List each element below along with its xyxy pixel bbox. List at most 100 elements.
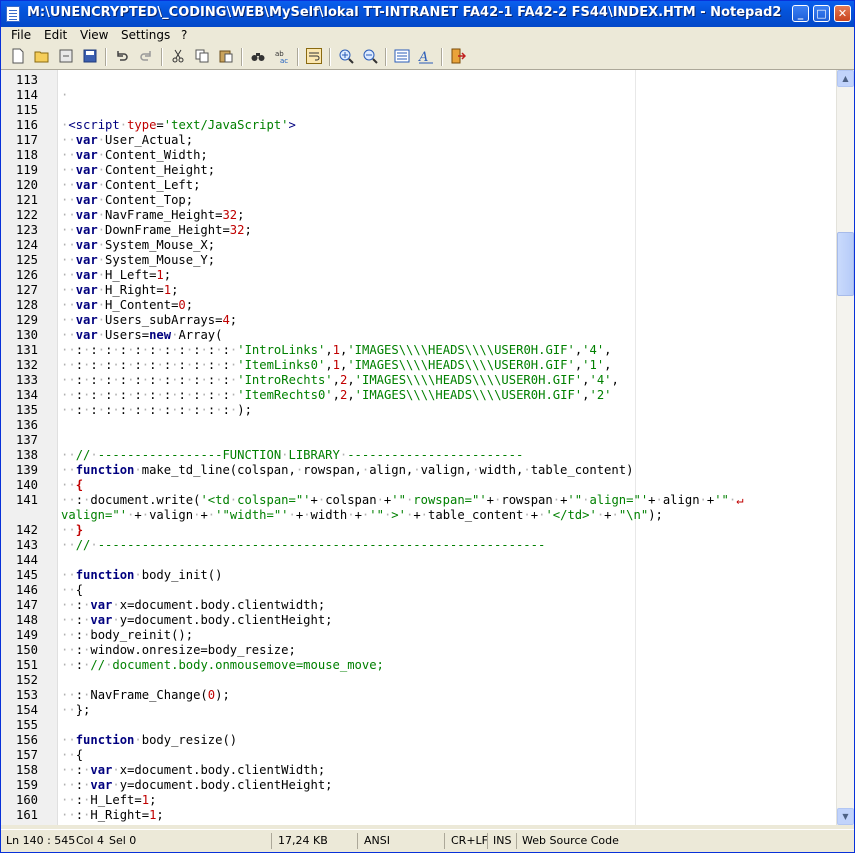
code-line[interactable]: 146 ··{ (1, 583, 836, 598)
minimize-button[interactable]: _ (792, 5, 809, 22)
zoom-out-icon[interactable] (362, 48, 378, 64)
code-text[interactable]: ··:·:·:·:·:·:·:·:·:·:·:·); (61, 403, 252, 418)
code-text[interactable]: ··var·System_Mouse_X; (61, 238, 215, 253)
code-text[interactable]: ··var·DownFrame_Height=32; (61, 223, 252, 238)
code-line[interactable]: 145 ··function·body_init() (1, 568, 836, 583)
code-line[interactable]: 159 ··:·var·y=document.body.clientHeight; (1, 778, 836, 793)
scheme-icon[interactable] (394, 48, 410, 64)
code-line[interactable]: 135 ··:·:·:·:·:·:·:·:·:·:·:·); (1, 403, 836, 418)
code-line[interactable]: 160 ··:·H_Left=1; (1, 793, 836, 808)
notepad-app-icon[interactable] (6, 6, 20, 22)
code-line[interactable]: 140 ··{ (1, 478, 836, 493)
code-text[interactable]: ··var·Content_Left; (61, 178, 200, 193)
paste-icon[interactable] (218, 48, 234, 64)
copy-icon[interactable] (194, 48, 210, 64)
code-line[interactable]: 142 ··} (1, 523, 836, 538)
menu-edit[interactable]: Edit (44, 28, 67, 42)
replace-icon[interactable]: abac (274, 48, 290, 64)
code-line[interactable]: 126 ··var·H_Left=1; (1, 268, 836, 283)
code-text[interactable]: ·<script·type='text/JavaScript'> (61, 118, 296, 133)
code-line[interactable]: 137 (1, 433, 836, 448)
code-line[interactable]: 128 ··var·H_Content=0; (1, 298, 836, 313)
code-line[interactable]: 151 ··:·//·document.body.onmousemove=mous… (1, 658, 836, 673)
scroll-thumb[interactable] (837, 232, 854, 296)
code-line[interactable]: 118 ··var·Content_Width; (1, 148, 836, 163)
code-text[interactable]: ··var·Users=new·Array( (61, 328, 222, 343)
menu-help[interactable]: ? (181, 28, 187, 42)
code-text[interactable]: ··var·Content_Width; (61, 148, 208, 163)
code-text[interactable]: · (61, 88, 68, 103)
code-line[interactable]: 141 ··:·document.write('<td·colspan="'+·c… (1, 493, 836, 508)
scroll-down-button[interactable]: ▼ (837, 808, 854, 825)
code-text[interactable]: ··var·Users_subArrays=4; (61, 313, 237, 328)
undo-icon[interactable] (114, 48, 130, 64)
title-bar[interactable]: M:\UNENCRYPTED\_CODING\WEB\MySelf\lokal … (1, 1, 854, 27)
code-line[interactable]: 123 ··var·DownFrame_Height=32; (1, 223, 836, 238)
redo-icon[interactable] (138, 48, 154, 64)
code-text[interactable]: ··:·var·y=document.body.clientHeight; (61, 778, 333, 793)
menu-view[interactable]: View (80, 28, 108, 42)
code-line[interactable]: 143 ··//·--------------------------------… (1, 538, 836, 553)
code-text[interactable]: ··:·H_Right=1; (61, 808, 164, 823)
code-line[interactable]: 129 ··var·Users_subArrays=4; (1, 313, 836, 328)
code-text[interactable]: ··:·var·x=document.body.clientwidth; (61, 598, 325, 613)
code-text[interactable]: ··{ (61, 478, 83, 493)
code-text[interactable]: ··:·//·document.body.onmousemove=mouse_m… (61, 658, 384, 673)
code-editor[interactable]: 113 114 · 115 116 ·<script·type='text/JavaScr… (1, 70, 836, 825)
code-text[interactable]: ··function·body_init() (61, 568, 222, 583)
code-text[interactable]: ··:·:·:·:·:·:·:·:·:·:·:·'IntroRechts',2,… (61, 373, 619, 388)
code-line[interactable]: 136 (1, 418, 836, 433)
code-line[interactable]: 155 (1, 718, 836, 733)
scroll-up-button[interactable]: ▲ (837, 70, 854, 87)
code-line[interactable]: 130 ··var·Users=new·Array( (1, 328, 836, 343)
vertical-scrollbar[interactable]: ▲ ▼ (836, 70, 854, 825)
code-line[interactable]: 138 ··//·-----------------FUNCTION·LIBRAR… (1, 448, 836, 463)
code-text[interactable]: ··var·H_Right=1; (61, 283, 178, 298)
code-text[interactable]: ··:·body_reinit(); (61, 628, 193, 643)
code-line[interactable]: 144 (1, 553, 836, 568)
code-line[interactable]: 148 ··:·var·y=document.body.clientHeight; (1, 613, 836, 628)
code-text[interactable]: ··var·H_Content=0; (61, 298, 193, 313)
code-text[interactable]: ··:·window.onresize=body_resize; (61, 643, 296, 658)
code-line[interactable]: 133 ··:·:·:·:·:·:·:·:·:·:·:·'IntroRechts'… (1, 373, 836, 388)
code-text[interactable]: ··//·-----------------FUNCTION·LIBRARY·-… (61, 448, 523, 463)
code-line[interactable]: valign="'·+·valign·+·'"width="'·+·width·… (1, 508, 836, 523)
word-wrap-icon[interactable] (306, 48, 322, 64)
code-line[interactable]: 132 ··:·:·:·:·:·:·:·:·:·:·:·'ItemLinks0',… (1, 358, 836, 373)
find-icon[interactable] (250, 48, 266, 64)
code-text[interactable]: ··var·Content_Height; (61, 163, 215, 178)
code-text[interactable]: ··:·H_Left=1; (61, 793, 156, 808)
code-text[interactable]: ··:·NavFrame_Change(0); (61, 688, 230, 703)
code-line[interactable]: 119 ··var·Content_Height; (1, 163, 836, 178)
code-line[interactable]: 115 (1, 103, 836, 118)
font-icon[interactable]: A (418, 48, 434, 64)
code-line[interactable]: 113 (1, 73, 836, 88)
code-line[interactable]: 157 ··{ (1, 748, 836, 763)
code-line[interactable]: 127 ··var·H_Right=1; (1, 283, 836, 298)
code-line[interactable]: 114 · (1, 88, 836, 103)
code-text[interactable]: ··function·body_resize() (61, 733, 237, 748)
code-line[interactable]: 139 ··function·make_td_line(colspan,·rows… (1, 463, 836, 478)
code-line[interactable]: 156 ··function·body_resize() (1, 733, 836, 748)
code-text[interactable]: ··:·document.write('<td·colspan="'+·cols… (61, 493, 744, 508)
save-icon[interactable] (82, 48, 98, 64)
browse-icon[interactable] (58, 48, 74, 64)
code-text[interactable]: valign="'·+·valign·+·'"width="'·+·width·… (61, 508, 663, 523)
code-line[interactable]: 116 ·<script·type='text/JavaScript'> (1, 118, 836, 133)
code-line[interactable]: 150 ··:·window.onresize=body_resize; (1, 643, 836, 658)
code-line[interactable]: 154 ··}; (1, 703, 836, 718)
code-text[interactable]: ··:·:·:·:·:·:·:·:·:·:·:·'ItemRechts0',2,… (61, 388, 612, 403)
code-text[interactable]: ··var·NavFrame_Height=32; (61, 208, 244, 223)
code-text[interactable]: ··var·H_Left=1; (61, 268, 171, 283)
maximize-button[interactable]: □ (813, 5, 830, 22)
code-text[interactable]: ··:·:·:·:·:·:·:·:·:·:·:·'ItemLinks0',1,'… (61, 358, 612, 373)
code-line[interactable]: 153 ··:·NavFrame_Change(0); (1, 688, 836, 703)
new-icon[interactable] (10, 48, 26, 64)
code-line[interactable]: 131 ··:·:·:·:·:·:·:·:·:·:·:·'IntroLinks',… (1, 343, 836, 358)
code-line[interactable]: 134 ··:·:·:·:·:·:·:·:·:·:·:·'ItemRechts0'… (1, 388, 836, 403)
code-text[interactable]: ··function·make_td_line(colspan,·rowspan… (61, 463, 633, 478)
code-text[interactable]: ··{ (61, 748, 83, 763)
code-line[interactable]: 152 (1, 673, 836, 688)
code-line[interactable]: 124 ··var·System_Mouse_X; (1, 238, 836, 253)
code-line[interactable]: 122 ··var·NavFrame_Height=32; (1, 208, 836, 223)
